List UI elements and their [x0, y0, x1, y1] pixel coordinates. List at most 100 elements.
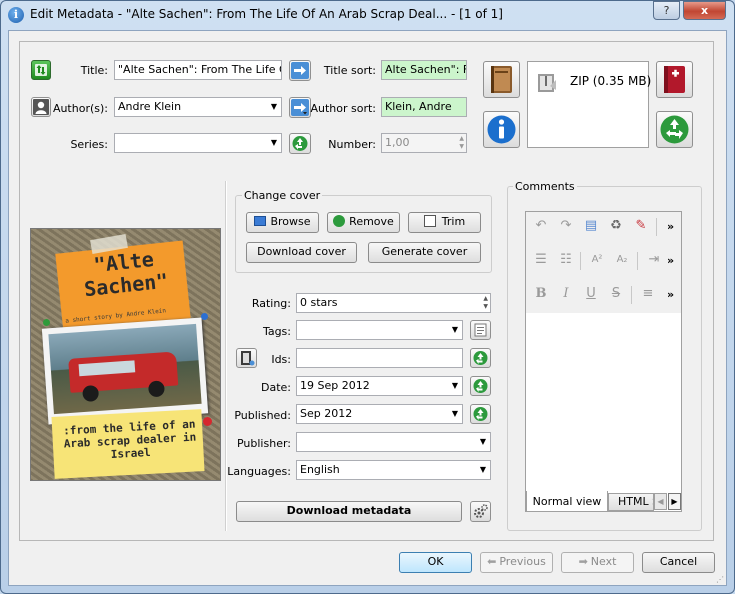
toolbar-overflow-icon[interactable]: »	[667, 288, 674, 301]
clear-published-icon[interactable]	[470, 404, 491, 424]
chevron-down-icon: ▼	[451, 325, 458, 334]
next-button[interactable]: ➡ Next	[561, 552, 634, 573]
title-sort-input[interactable]: Alte Sachen": Fro	[381, 60, 467, 80]
splitter-handle[interactable]	[225, 181, 227, 531]
cover-image: "Alte Sachen" a short story by Andre Kle…	[30, 228, 221, 481]
italic-icon[interactable]: I	[555, 284, 577, 305]
languages-combobox[interactable]: English ▼	[296, 460, 491, 480]
align-left-icon[interactable]: ≡	[637, 284, 659, 305]
subscript-icon[interactable]: A₂	[611, 250, 633, 271]
metadata-sources-gear-icon[interactable]	[470, 501, 491, 522]
number-value: 1,00	[385, 136, 410, 149]
previous-button[interactable]: ⬅ Previous	[480, 552, 553, 573]
languages-value: English	[300, 463, 340, 476]
title-bar[interactable]: i Edit Metadata - "Alte Sachen": From Th…	[0, 0, 735, 30]
browse-button[interactable]: Browse	[246, 212, 319, 233]
swap-title-author-icon[interactable]	[31, 60, 51, 80]
tab-normal-view[interactable]: Normal view	[526, 491, 608, 512]
manage-authors-icon[interactable]	[31, 97, 51, 117]
author-sort-input[interactable]: Klein, Andre	[381, 97, 467, 117]
series-label: Series:	[70, 138, 108, 151]
open-book-icon[interactable]	[483, 61, 520, 98]
recycle-icon[interactable]: ♻	[605, 216, 627, 237]
paste-icon[interactable]: ▤	[580, 216, 602, 237]
publisher-label: Publisher:	[236, 437, 291, 450]
strikethrough-icon[interactable]: S	[605, 284, 627, 305]
add-format-icon[interactable]	[656, 61, 693, 98]
date-picker[interactable]: 19 Sep 2012 ▼	[296, 376, 463, 396]
toolbar-separator	[656, 218, 657, 236]
bullet-list-icon[interactable]: ☰	[530, 250, 552, 271]
published-picker[interactable]: Sep 2012 ▼	[296, 404, 463, 424]
remove-cover-button[interactable]: Remove	[327, 212, 400, 233]
ids-label: Ids:	[271, 353, 291, 366]
tab-scroll-right-icon[interactable]: ▶	[668, 493, 681, 510]
indent-icon[interactable]: ⇥	[643, 250, 665, 271]
chevron-down-icon: ▼	[270, 138, 277, 147]
next-label: Next	[590, 555, 617, 568]
undo-icon[interactable]: ↶	[530, 216, 552, 237]
number-spinbox[interactable]: 1,00 ▲ ▼	[381, 133, 467, 153]
trim-button[interactable]: Trim	[408, 212, 481, 233]
clear-ids-icon[interactable]	[470, 348, 491, 368]
window-title: Edit Metadata - "Alte Sachen": From The …	[30, 7, 503, 21]
copy-author-to-sort-icon[interactable]	[289, 97, 311, 118]
download-cover-button[interactable]: Download cover	[246, 242, 357, 263]
date-label: Date:	[261, 381, 291, 394]
app-info-icon: i	[8, 7, 24, 23]
title-input[interactable]: "Alte Sachen": From The Life Of An	[114, 60, 282, 80]
chevron-down-icon: ▼	[270, 102, 277, 111]
arrow-right-icon: ➡	[578, 555, 588, 568]
ids-input[interactable]	[296, 348, 463, 368]
tab-scroll-left-icon[interactable]: ◀	[654, 493, 667, 510]
redo-icon[interactable]: ↷	[555, 216, 577, 237]
copy-title-to-sort-icon[interactable]	[289, 60, 311, 81]
paste-isbn-icon[interactable]	[236, 348, 257, 368]
superscript-icon[interactable]: A²	[586, 250, 608, 271]
clear-formatting-icon[interactable]: ✎	[630, 216, 652, 237]
format-item-zip[interactable]: ZIP (0.35 MB)	[570, 74, 651, 88]
numbered-list-icon[interactable]: ☷	[555, 250, 577, 271]
change-cover-label: Change cover	[242, 189, 323, 202]
tags-combobox[interactable]: ▼	[296, 320, 463, 340]
push-pin	[43, 319, 50, 326]
rating-spinbox[interactable]: 0 stars ▲ ▼	[296, 293, 491, 313]
toolbar-separator	[580, 252, 581, 270]
resize-grip-icon[interactable]: ⋰	[716, 575, 726, 585]
toolbar-overflow-icon[interactable]: »	[667, 254, 674, 267]
edit-tags-icon[interactable]	[470, 320, 491, 340]
authors-label: Author(s):	[52, 102, 108, 115]
formats-list[interactable]: ZIP (0.35 MB)	[527, 61, 651, 148]
clear-date-icon[interactable]	[470, 376, 491, 396]
tags-label: Tags:	[262, 325, 291, 338]
author-sort-label: Author sort:	[310, 102, 376, 115]
browse-icon	[254, 216, 267, 226]
push-pin	[201, 313, 208, 320]
tab-html-source[interactable]: HTML S	[608, 493, 654, 511]
ok-button[interactable]: OK	[399, 552, 472, 573]
close-button[interactable]: x	[683, 1, 726, 20]
van-wheel	[147, 380, 166, 398]
photo-scene	[48, 323, 202, 415]
toolbar-overflow-icon[interactable]: »	[667, 220, 674, 233]
clear-series-icon[interactable]	[289, 133, 311, 154]
trim-label: Trim	[441, 215, 466, 228]
generate-cover-button[interactable]: Generate cover	[368, 242, 481, 263]
download-metadata-button[interactable]: Download metadata	[236, 501, 462, 522]
series-combobox[interactable]: ▼	[114, 133, 282, 153]
authors-combobox[interactable]: Andre Klein ▼	[114, 97, 282, 117]
van-wheel	[82, 384, 100, 402]
cancel-button[interactable]: Cancel	[642, 552, 715, 573]
push-pin	[203, 417, 212, 426]
date-value: 19 Sep 2012	[300, 379, 370, 392]
underline-icon[interactable]: U	[580, 284, 602, 305]
help-button[interactable]: ?	[653, 1, 680, 20]
trim-icon	[423, 215, 436, 227]
chevron-down-icon: ▼	[479, 465, 486, 474]
rating-value: 0 stars	[300, 296, 338, 309]
remove-format-icon[interactable]	[656, 111, 693, 148]
publisher-combobox[interactable]: ▼	[296, 432, 491, 452]
book-info-icon[interactable]	[483, 111, 520, 148]
bold-icon[interactable]: B	[530, 284, 552, 305]
arrow-left-icon: ⬅	[487, 555, 497, 568]
